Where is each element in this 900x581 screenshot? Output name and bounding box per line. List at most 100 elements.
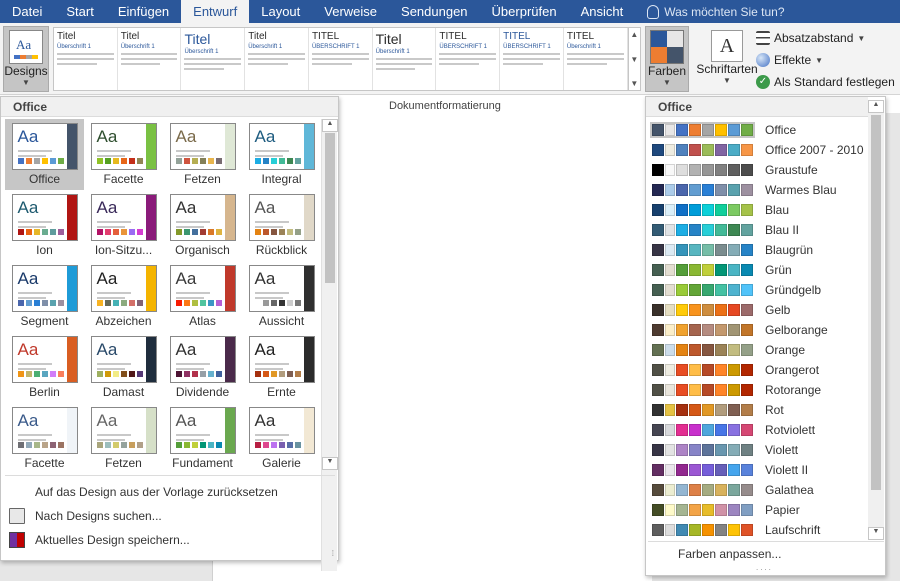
style-set-thumb[interactable]: Titel Überschrift 1: [373, 28, 437, 90]
design-item[interactable]: Aa Atlas: [163, 261, 242, 332]
tab-sendungen[interactable]: Sendungen: [389, 0, 480, 23]
scroll-up-icon[interactable]: ▲: [868, 100, 884, 113]
tab-überprüfen[interactable]: Überprüfen: [480, 0, 569, 23]
style-set-thumb[interactable]: Titel Überschrift 1: [245, 28, 309, 90]
scroll-up-icon[interactable]: ▲: [322, 119, 338, 132]
browse-designs-label: Nach Designs suchen...: [35, 509, 162, 523]
scrollbar-thumb[interactable]: [325, 133, 335, 283]
scroll-down-icon[interactable]: ▼: [868, 527, 884, 540]
style-set-thumb[interactable]: TITEL Überschrift 1: [564, 28, 628, 90]
color-scheme-item[interactable]: Grün: [648, 260, 870, 280]
style-set-thumb[interactable]: TITEL ÜBERSCHRIFT 1: [309, 28, 373, 90]
design-thumbnail: Aa: [248, 407, 315, 454]
tab-entwurf[interactable]: Entwurf: [181, 0, 250, 23]
font-icon: A: [711, 30, 743, 62]
tell-me-search[interactable]: Was möchten Sie tun?: [635, 0, 785, 23]
browse-designs-item[interactable]: Nach Designs suchen...: [5, 504, 335, 528]
color-scheme-item[interactable]: Blau: [648, 200, 870, 220]
style-set-thumb[interactable]: Titel Überschrift 1: [181, 28, 246, 90]
color-scheme-item[interactable]: Blaugrün: [648, 240, 870, 260]
tab-einfügen[interactable]: Einfügen: [106, 0, 181, 23]
colors-scrollbar[interactable]: ▲ ▼: [868, 100, 884, 540]
save-design-item[interactable]: Aktuelles Design speichern...: [5, 528, 335, 552]
tab-start[interactable]: Start: [54, 0, 105, 23]
design-item[interactable]: Aa Damast: [84, 332, 163, 403]
color-scheme-item[interactable]: Laufschrift: [648, 520, 870, 540]
color-scheme-item[interactable]: Graustufe: [648, 160, 870, 180]
style-set-thumb[interactable]: TITEL ÜBERSCHRIFT 1: [436, 28, 501, 90]
design-item[interactable]: Aa Segment: [5, 261, 84, 332]
design-item[interactable]: Aa Galerie: [242, 403, 320, 474]
design-item[interactable]: Aa Ion: [5, 190, 84, 261]
design-item[interactable]: Aa Berlin: [5, 332, 84, 403]
style-lines: [57, 53, 114, 65]
tell-me-label: Was möchten Sie tun?: [664, 4, 785, 19]
group-label: Dokumentformatierung: [389, 100, 501, 112]
blank-icon: [9, 484, 25, 500]
design-item[interactable]: Aa Dividende: [163, 332, 242, 403]
absatzabstand-button[interactable]: Absatzabstand ▼: [756, 27, 900, 49]
color-scheme-item[interactable]: Galathea: [648, 480, 870, 500]
color-scheme-item[interactable]: Gelb: [648, 300, 870, 320]
resize-grip-icon[interactable]: ⁞: [332, 549, 334, 558]
als-standard-button[interactable]: ✓ Als Standard festlegen: [756, 71, 900, 93]
scroll-down-icon[interactable]: ▼: [630, 55, 638, 64]
style-set-thumb[interactable]: Titel Überschrift 1: [54, 28, 118, 90]
customize-colors-item[interactable]: Farben anpassen...: [648, 541, 884, 561]
gallery-scroll[interactable]: ▲ ▼ ▼: [627, 28, 640, 90]
color-swatches: [652, 364, 753, 376]
style-heading: Überschrift 1: [57, 44, 92, 50]
design-thumbnail: Aa: [11, 407, 78, 454]
effekte-button[interactable]: Effekte ▼: [756, 49, 900, 71]
tab-layout[interactable]: Layout: [249, 0, 312, 23]
schriftarten-button[interactable]: A Schriftarten ▼: [696, 26, 758, 92]
color-swatches: [652, 224, 753, 236]
design-name: Organisch: [175, 243, 230, 257]
color-swatches: [650, 122, 755, 138]
style-set-thumb[interactable]: Titel Überschrift 1: [118, 28, 182, 90]
color-scheme-item[interactable]: Violett: [648, 440, 870, 460]
color-scheme-item[interactable]: Gründgelb: [648, 280, 870, 300]
scroll-down-icon[interactable]: ▼: [322, 457, 338, 470]
scrollbar-thumb[interactable]: [871, 115, 881, 490]
color-scheme-item[interactable]: Papier: [648, 500, 870, 520]
designs-button[interactable]: Aa Designs ▼: [3, 26, 49, 92]
design-item[interactable]: Aa Rückblick: [242, 190, 320, 261]
color-scheme-item[interactable]: Rotviolett: [648, 420, 870, 440]
style-lines: [120, 53, 178, 65]
tab-ansicht[interactable]: Ansicht: [569, 0, 636, 23]
farben-button[interactable]: Farben ▼: [645, 26, 689, 92]
scroll-up-icon[interactable]: ▲: [630, 30, 638, 39]
style-set-thumb[interactable]: TITEL ÜBERSCHRIFT 1: [500, 28, 564, 90]
design-item[interactable]: Aa Office: [5, 119, 84, 190]
color-scheme-item[interactable]: Office 2007 - 2010: [648, 140, 870, 160]
color-swatches: [652, 344, 753, 356]
color-scheme-item[interactable]: Warmes Blau: [648, 180, 870, 200]
tab-verweise[interactable]: Verweise: [312, 0, 389, 23]
color-scheme-item[interactable]: Orange: [648, 340, 870, 360]
resize-grip-icon[interactable]: ....: [756, 563, 773, 572]
design-item[interactable]: Aa Facette: [5, 403, 84, 474]
design-item[interactable]: Aa Fundament: [163, 403, 242, 474]
design-item[interactable]: Aa Aussicht: [242, 261, 320, 332]
color-scheme-item[interactable]: Gelborange: [648, 320, 870, 340]
design-item[interactable]: Aa Facette: [84, 119, 163, 190]
color-scheme-item[interactable]: Office: [648, 120, 870, 140]
design-item[interactable]: Aa Integral: [242, 119, 320, 190]
design-item[interactable]: Aa Ion-Sitzu...: [84, 190, 163, 261]
design-item[interactable]: Aa Organisch: [163, 190, 242, 261]
color-scheme-item[interactable]: Rotorange: [648, 380, 870, 400]
more-icon[interactable]: ▼: [630, 79, 638, 88]
design-item[interactable]: Aa Abzeichen: [84, 261, 163, 332]
design-item[interactable]: Aa Ernte: [242, 332, 320, 403]
color-scheme-item[interactable]: Violett II: [648, 460, 870, 480]
color-scheme-item[interactable]: Orangerot: [648, 360, 870, 380]
color-scheme-name: Laufschrift: [765, 523, 821, 537]
color-scheme-item[interactable]: Rot: [648, 400, 870, 420]
color-scheme-item[interactable]: Blau II: [648, 220, 870, 240]
style-lines: [503, 53, 560, 65]
design-item[interactable]: Aa Fetzen: [163, 119, 242, 190]
reset-design-item[interactable]: Auf das Design aus der Vorlage zurückset…: [5, 480, 335, 504]
tab-datei[interactable]: Datei: [0, 0, 54, 23]
design-item[interactable]: Aa Fetzen: [84, 403, 163, 474]
